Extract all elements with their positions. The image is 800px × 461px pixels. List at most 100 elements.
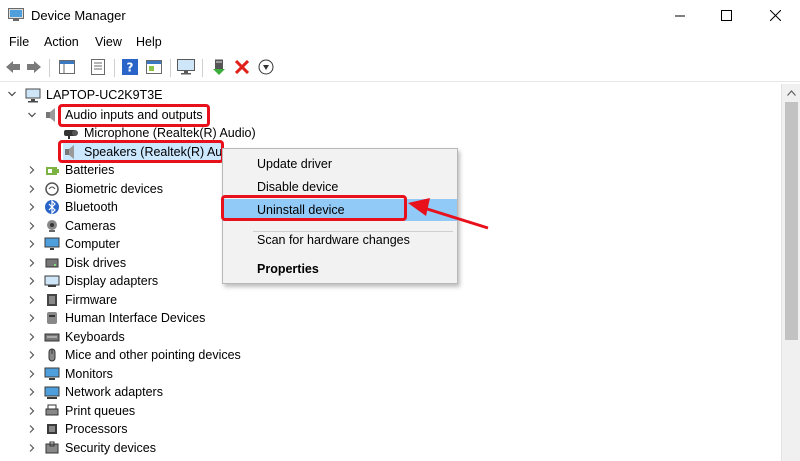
category-label: Cameras [65, 218, 116, 233]
svg-text:?: ? [127, 61, 134, 75]
security-device-icon [45, 441, 59, 453]
update-driver-button[interactable] [257, 58, 275, 76]
device-label: Microphone (Realtek(R) Audio) [84, 126, 256, 140]
mouse-icon [48, 348, 56, 362]
chevron-right-icon[interactable] [28, 221, 36, 230]
category-label: Biometric devices [65, 181, 163, 196]
category-label: Display adapters [65, 274, 159, 288]
maximize-icon [720, 10, 732, 21]
add-driver-button[interactable] [210, 58, 228, 76]
fingerprint-icon [45, 181, 59, 196]
close-button[interactable] [752, 0, 798, 31]
scroll-up-button[interactable] [782, 84, 800, 101]
microphone-icon [64, 130, 78, 139]
chevron-down-icon[interactable] [28, 111, 36, 119]
forward-icon [27, 61, 41, 73]
disk-drive-icon [45, 258, 59, 267]
category-display-adapters[interactable]: Display adapters [44, 272, 158, 290]
menu-bar: File Action View Help [0, 33, 800, 53]
chevron-right-icon[interactable] [28, 332, 36, 341]
category-label: Firmware [65, 292, 118, 307]
list-view-button[interactable] [89, 58, 107, 76]
menu-action[interactable]: Action [44, 35, 79, 49]
category-label: Network adapters [65, 385, 163, 399]
tree-root[interactable]: LAPTOP-UC2K9T3E [25, 86, 162, 104]
category-monitors[interactable]: Monitors [44, 365, 113, 383]
category-label: Mice and other pointing devices [65, 348, 241, 362]
chevron-right-icon[interactable] [28, 258, 36, 267]
category-firmware[interactable]: Firmware [44, 291, 117, 309]
properties-grid-button[interactable] [58, 58, 76, 76]
network-adapter-icon [44, 386, 60, 399]
vertical-scrollbar[interactable] [781, 84, 800, 461]
annotation-box [221, 195, 407, 221]
chevron-down-icon[interactable] [8, 90, 16, 98]
camera-icon [47, 219, 57, 232]
menu-help[interactable]: Help [136, 35, 162, 49]
category-human-interface-devices[interactable]: Human Interface Devices [44, 309, 205, 327]
chevron-up-icon [787, 89, 796, 96]
annotation-box [58, 140, 224, 163]
category-cameras[interactable]: Cameras [44, 217, 116, 235]
chevron-right-icon[interactable] [28, 406, 36, 415]
toolbar-separator [202, 59, 203, 77]
annotation-box [58, 104, 210, 127]
menu-item-label: Update driver [257, 157, 333, 171]
category-mice-and-other-pointing-devices[interactable]: Mice and other pointing devices [44, 346, 241, 364]
chevron-right-icon[interactable] [28, 369, 36, 378]
chevron-right-icon[interactable] [28, 388, 36, 396]
menu-update-driver[interactable]: Update driver [223, 153, 457, 175]
computer-icon [44, 237, 60, 250]
toolbar-separator [49, 59, 50, 77]
chevron-right-icon[interactable] [28, 425, 36, 433]
category-label: Bluetooth [65, 200, 118, 214]
category-bluetooth[interactable]: Bluetooth [44, 198, 118, 216]
category-computer[interactable]: Computer [44, 235, 120, 253]
category-batteries[interactable]: Batteries [44, 161, 114, 179]
category-disk-drives[interactable]: Disk drives [44, 254, 126, 272]
uninstall-icon [235, 60, 249, 74]
toolbar-separator [170, 59, 171, 77]
chevron-right-icon[interactable] [28, 314, 36, 322]
uninstall-button[interactable] [233, 58, 251, 76]
category-label: Human Interface Devices [65, 311, 206, 325]
processor-icon [47, 424, 57, 434]
chevron-right-icon[interactable] [28, 166, 36, 174]
hid-icon [47, 312, 57, 324]
category-print-queues[interactable]: Print queues [44, 402, 135, 420]
chevron-right-icon[interactable] [28, 443, 36, 452]
window-title: Device Manager [31, 8, 126, 23]
chevron-right-icon[interactable] [28, 295, 36, 304]
chevron-right-icon[interactable] [28, 240, 36, 248]
menu-properties[interactable]: Properties [223, 258, 457, 280]
category-security-devices[interactable]: Security devices [44, 439, 156, 457]
monitor-button[interactable] [177, 58, 195, 76]
scroll-thumb[interactable] [785, 102, 798, 340]
list-icon [91, 59, 105, 75]
menu-view[interactable]: View [95, 35, 122, 49]
category-processors[interactable]: Processors [44, 420, 128, 438]
chevron-right-icon[interactable] [28, 277, 36, 285]
category-biometric-devices[interactable]: Biometric devices [44, 180, 163, 198]
add-driver-icon [213, 59, 225, 75]
chevron-right-icon[interactable] [28, 203, 36, 211]
forward-button[interactable] [25, 58, 43, 76]
menu-item-label: Scan for hardware changes [257, 233, 410, 247]
help-button[interactable]: ? [121, 58, 139, 76]
menu-file[interactable]: File [9, 35, 29, 49]
minimize-button[interactable] [657, 0, 703, 31]
scan-button[interactable] [145, 58, 163, 76]
title-bar: Device Manager [0, 0, 800, 31]
monitor-icon [177, 59, 195, 75]
chevron-right-icon[interactable] [28, 184, 36, 193]
category-keyboards[interactable]: Keyboards [44, 328, 125, 346]
back-button[interactable] [4, 58, 22, 76]
chevron-right-icon[interactable] [28, 351, 36, 359]
category-network-adapters[interactable]: Network adapters [44, 383, 163, 401]
display-adapter-icon [44, 275, 60, 287]
category-label: Processors [65, 422, 128, 436]
monitor-icon [44, 367, 60, 380]
battery-icon [46, 167, 59, 175]
maximize-button[interactable] [703, 0, 749, 31]
category-label: Disk drives [65, 255, 127, 270]
